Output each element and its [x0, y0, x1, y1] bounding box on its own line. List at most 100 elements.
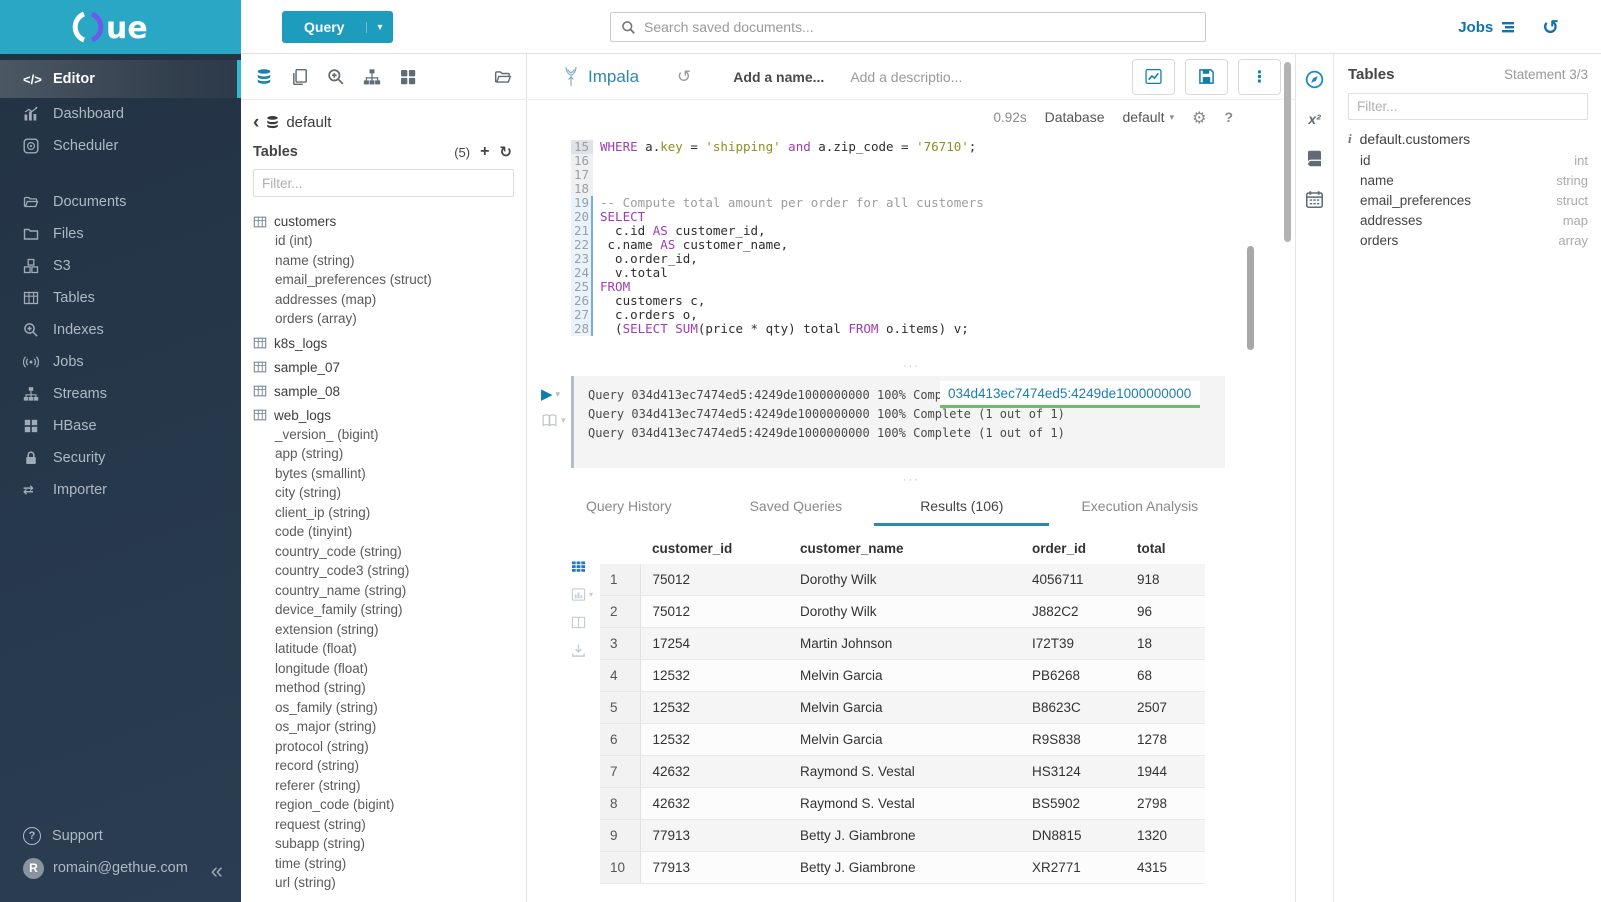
database-select[interactable]: default ▾ [1123, 109, 1175, 125]
download-icon[interactable] [571, 643, 593, 658]
tree-column[interactable]: protocol (string) [253, 737, 526, 757]
job-id-badge[interactable]: 034d413ec7474ed5:4249de1000000000 [940, 381, 1200, 408]
tree-table-customers[interactable]: customers [253, 212, 526, 231]
tree-column[interactable]: country_code3 (string) [253, 561, 526, 581]
table-row-1[interactable]: 175012Dorothy Wilk4056711918 [600, 564, 1205, 596]
table-row-8[interactable]: 842632Raymond S. VestalBS59022798 [600, 788, 1205, 820]
tree-column[interactable]: method (string) [253, 678, 526, 698]
language-reference-icon[interactable] [1305, 149, 1324, 168]
tree-column[interactable]: os_major (string) [253, 717, 526, 737]
apps-grid-icon[interactable] [399, 68, 417, 86]
assistant-compass-icon[interactable] [1305, 70, 1324, 89]
grid-view-icon[interactable] [571, 559, 593, 574]
tree-column[interactable]: longitude (float) [253, 659, 526, 679]
tree-column[interactable]: addresses (map) [253, 290, 526, 310]
column-header-customer-name[interactable]: customer_name [788, 533, 1020, 564]
documents-icon[interactable] [291, 68, 309, 86]
sidebar-item-importer[interactable]: ⇄ Importer [0, 474, 241, 506]
search-plus-icon[interactable] [327, 68, 345, 86]
tree-column[interactable]: client_ip (string) [253, 503, 526, 523]
tree-column[interactable]: orders (array) [253, 309, 526, 329]
right-filter[interactable] [1348, 93, 1588, 120]
tree-column[interactable]: record (string) [253, 756, 526, 776]
tree-column[interactable]: os_family (string) [253, 698, 526, 718]
tree-column[interactable]: url (string) [253, 873, 526, 893]
query-dropdown-caret-icon[interactable]: ▾ [366, 22, 392, 33]
column-row-name[interactable]: name string [1348, 170, 1588, 190]
tree-column[interactable]: id (int) [253, 231, 526, 251]
tree-column[interactable]: user_agent (string) [253, 893, 526, 894]
tab-execution-analysis[interactable]: Execution Analysis [1081, 498, 1198, 523]
column-row-addresses[interactable]: addresses map [1348, 210, 1588, 230]
settings-gear-icon[interactable]: ⚙ [1192, 108, 1206, 127]
sidebar-item-editor[interactable]: </> Editor [0, 60, 241, 98]
tree-column[interactable]: extension (string) [253, 620, 526, 640]
resize-handle-top[interactable]: ··· [528, 362, 1295, 374]
editor-scrollbar[interactable] [1247, 246, 1254, 350]
databases-icon[interactable] [255, 68, 273, 86]
query-name-field[interactable]: Add a name... [733, 69, 824, 85]
tree-table-sample-08[interactable]: sample_08 [253, 382, 526, 401]
sidebar-item-scheduler[interactable]: Scheduler [0, 130, 241, 162]
new-query-button[interactable]: Query ▾ [282, 11, 393, 43]
tree-column[interactable]: bytes (smallint) [253, 464, 526, 484]
table-row-7[interactable]: 742632Raymond S. VestalHS31241944 [600, 756, 1205, 788]
tree-column[interactable]: city (string) [253, 483, 526, 503]
tab-saved-queries[interactable]: Saved Queries [750, 498, 843, 523]
document-search[interactable] [610, 12, 1206, 42]
tree-column[interactable]: name (string) [253, 251, 526, 271]
tab-results-106[interactable]: Results (106) [874, 498, 1049, 526]
active-table-row[interactable]: i default.customers [1348, 128, 1588, 150]
tab-query-history[interactable]: Query History [586, 498, 672, 523]
add-table-icon[interactable]: + [480, 143, 489, 161]
tree-column[interactable]: referer (string) [253, 776, 526, 796]
tree-table-web-logs[interactable]: web_logs [253, 406, 526, 425]
column-row-id[interactable]: id int [1348, 150, 1588, 170]
chart-view-icon[interactable]: ▾ [571, 587, 593, 602]
column-header-customer-id[interactable]: customer_id [640, 533, 788, 564]
history-icon[interactable]: ↺ [1542, 15, 1559, 39]
chart-button[interactable] [1132, 59, 1175, 95]
help-question-icon[interactable]: ? [1224, 109, 1233, 125]
sidebar-collapse-icon[interactable]: « [211, 858, 223, 884]
sidebar-item-tables[interactable]: Tables [0, 282, 241, 314]
search-input[interactable] [644, 19, 1195, 35]
resize-handle-bottom[interactable]: ··· [528, 476, 1295, 488]
tree-column[interactable]: time (string) [253, 854, 526, 874]
column-row-orders[interactable]: orders array [1348, 230, 1588, 250]
tree-column[interactable]: subapp (string) [253, 834, 526, 854]
schedule-calendar-icon[interactable] [1305, 190, 1324, 209]
table-row-2[interactable]: 275012Dorothy WilkJ882C296 [600, 596, 1205, 628]
tree-column[interactable]: code (tinyint) [253, 522, 526, 542]
table-row-10[interactable]: 1077913Betty J. GiambroneXR27714315 [600, 852, 1205, 884]
tree-column[interactable]: request (string) [253, 815, 526, 835]
breadcrumb-database[interactable]: default [286, 114, 331, 131]
support-link[interactable]: ? Support [0, 820, 241, 852]
folder-open-icon[interactable] [494, 68, 512, 86]
sidebar-item-s3[interactable]: S3 [0, 250, 241, 282]
tree-column[interactable]: region_code (bigint) [253, 795, 526, 815]
tree-table-sample-07[interactable]: sample_07 [253, 358, 526, 377]
sidebar-item-security[interactable]: Security [0, 442, 241, 474]
more-actions-button[interactable]: ⋮ [1238, 59, 1281, 95]
tree-column[interactable]: country_name (string) [253, 581, 526, 601]
table-filter[interactable] [253, 169, 514, 197]
sitemap-icon[interactable] [363, 68, 381, 86]
table-row-3[interactable]: 317254Martin JohnsonI72T3918 [600, 628, 1205, 660]
tree-column[interactable]: _version_ (bigint) [253, 425, 526, 445]
column-row-email-preferences[interactable]: email_preferences struct [1348, 190, 1588, 210]
sidebar-item-documents[interactable]: Documents [0, 186, 241, 218]
column-header-order-id[interactable]: order_id [1020, 533, 1125, 564]
query-button-label[interactable]: Query [282, 19, 366, 35]
engine-title[interactable]: Impala [588, 67, 639, 87]
column-header-total[interactable]: total [1125, 533, 1205, 564]
page-scrollbar[interactable] [1284, 62, 1291, 242]
hue-logo[interactable]: ue [0, 0, 241, 54]
tree-column[interactable]: email_preferences (struct) [253, 270, 526, 290]
sidebar-item-streams[interactable]: Streams [0, 378, 241, 410]
save-button[interactable] [1185, 59, 1228, 95]
table-row-6[interactable]: 612532Melvin GarciaR9S8381278 [600, 724, 1205, 756]
sidebar-item-dashboard[interactable]: Dashboard [0, 98, 241, 130]
code-editor[interactable]: 15WHERE a.key = 'shipping' and a.zip_cod… [528, 134, 1295, 362]
jobs-link[interactable]: Jobs [1458, 19, 1516, 36]
